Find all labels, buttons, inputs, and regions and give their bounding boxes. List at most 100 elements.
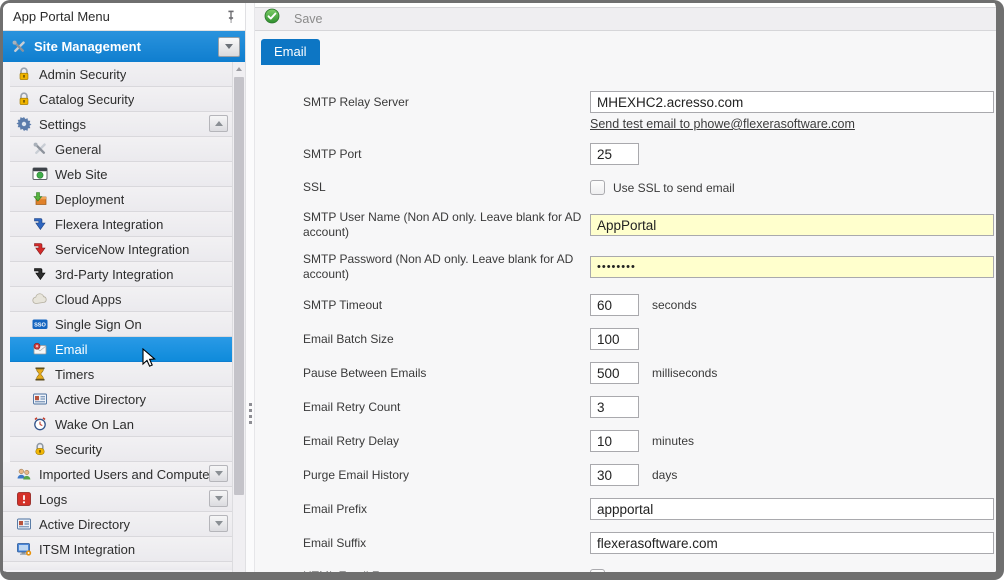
save-check-icon (264, 8, 286, 30)
sidebar-item-email[interactable]: Email (10, 337, 232, 362)
content-area: Email SMTP Relay Server Send test email … (255, 31, 996, 580)
sidebar-item-wake-on-lan[interactable]: Wake On Lan (10, 412, 232, 437)
smtp-username-input[interactable] (590, 214, 994, 236)
lock-icon (16, 91, 32, 107)
sidebar-item-catalog-security[interactable]: Catalog Security (10, 87, 232, 112)
html-email-format-checkbox[interactable] (590, 569, 605, 580)
sidebar-item-cloud-apps[interactable]: Cloud Apps (10, 287, 232, 312)
integration-black-icon (32, 266, 48, 282)
pushpin-icon[interactable] (223, 9, 239, 25)
field-label: SMTP Port (303, 147, 590, 162)
field-label: SMTP User Name (Non AD only. Leave blank… (303, 210, 590, 240)
sidebar-scrollbar[interactable] (232, 62, 245, 572)
smtp-password-input[interactable] (590, 256, 994, 278)
sidebar-item-single-sign-on[interactable]: SSO Single Sign On (10, 312, 232, 337)
sidebar-item-active-directory-group[interactable]: Active Directory (3, 512, 232, 537)
form-row: SMTP Timeout seconds (303, 294, 996, 316)
sidebar-item-settings[interactable]: Settings (10, 112, 232, 137)
sidebar-item-itsm-integration[interactable]: ITSM Integration (3, 537, 232, 562)
field-label: SMTP Relay Server (303, 91, 590, 110)
sidebar-item-3rd-party-integration[interactable]: 3rd-Party Integration (10, 262, 232, 287)
email-suffix-input[interactable] (590, 532, 994, 554)
group-collapse-button[interactable] (218, 37, 240, 57)
form-row: Pause Between Emails milliseconds (303, 362, 996, 384)
pause-between-emails-input[interactable] (590, 362, 639, 384)
sidebar-menu: Admin Security Catalog Security Settings… (3, 62, 245, 572)
imported-users-collapse-button[interactable] (209, 465, 228, 482)
field-label: SSL (303, 180, 590, 195)
pane-splitter[interactable] (245, 3, 255, 572)
email-icon (32, 341, 48, 357)
field-label: SMTP Timeout (303, 298, 590, 313)
active-directory-collapse-button[interactable] (209, 515, 228, 532)
scroll-up-icon[interactable] (233, 62, 245, 76)
smtp-port-input[interactable] (590, 143, 639, 165)
email-batch-size-input[interactable] (590, 328, 639, 350)
sidebar-group-site-management[interactable]: Site Management (3, 31, 245, 62)
sidebar-item-web-site[interactable]: Web Site (10, 162, 232, 187)
logs-collapse-button[interactable] (209, 490, 228, 507)
form-row: Email Retry Count (303, 396, 996, 418)
field-suffix: seconds (652, 298, 697, 312)
sidebar-item-imported-users-and-computers[interactable]: Imported Users and Computers (3, 462, 232, 487)
sidebar-item-deployment[interactable]: Deployment (10, 187, 232, 212)
sidebar-item-timers[interactable]: Timers (10, 362, 232, 387)
sidebar-item-security[interactable]: Security (10, 437, 232, 462)
form-row: SMTP Password (Non AD only. Leave blank … (303, 252, 996, 282)
sidebar-scrollbar-thumb[interactable] (234, 77, 244, 495)
website-icon (32, 166, 48, 182)
sidebar-item-flexera-integration[interactable]: Flexera Integration (10, 212, 232, 237)
sidebar-title: App Portal Menu (13, 9, 223, 24)
field-suffix: milliseconds (652, 366, 717, 380)
email-prefix-input[interactable] (590, 498, 994, 520)
smtp-timeout-input[interactable] (590, 294, 639, 316)
form-row: Email Prefix (303, 498, 996, 520)
sidebar-item-active-directory[interactable]: Active Directory (10, 387, 232, 412)
form-row: SMTP Port (303, 143, 996, 165)
smtp-relay-server-input[interactable] (590, 91, 994, 113)
form-row: Email Retry Delay minutes (303, 430, 996, 452)
email-retry-count-input[interactable] (590, 396, 639, 418)
purge-email-history-input[interactable] (590, 464, 639, 486)
sidebar-item-logs[interactable]: Logs (3, 487, 232, 512)
sso-icon: SSO (32, 316, 48, 332)
save-button[interactable]: Save (264, 8, 323, 30)
form-row: SMTP User Name (Non AD only. Leave blank… (303, 210, 996, 240)
field-suffix: days (652, 468, 677, 482)
app-portal-window: App Portal Menu Site Management Admin Se… (0, 0, 1004, 580)
sidebar-item-servicenow-integration[interactable]: ServiceNow Integration (10, 237, 232, 262)
form-row: SMTP Relay Server Send test email to pho… (303, 91, 996, 131)
sidebar: App Portal Menu Site Management Admin Se… (3, 3, 245, 572)
cloud-icon (32, 291, 48, 307)
field-label: Email Retry Count (303, 400, 590, 415)
send-test-email-link[interactable]: Send test email to phowe@flexerasoftware… (590, 117, 994, 131)
field-label: SMTP Password (Non AD only. Leave blank … (303, 252, 590, 282)
sidebar-item-partial[interactable] (3, 562, 232, 570)
field-label: Email Batch Size (303, 332, 590, 347)
field-label: HTML Email Format (303, 569, 590, 580)
alarm-clock-icon (32, 416, 48, 432)
field-suffix: minutes (652, 434, 694, 448)
form-row: Email Suffix (303, 532, 996, 554)
sidebar-item-general[interactable]: General (10, 137, 232, 162)
settings-collapse-button[interactable] (209, 115, 228, 132)
toolbar: Save (255, 7, 996, 31)
integration-blue-icon (32, 216, 48, 232)
address-book-icon (32, 391, 48, 407)
deployment-icon (32, 191, 48, 207)
itsm-icon (16, 541, 32, 557)
email-retry-delay-input[interactable] (590, 430, 639, 452)
integration-red-icon (32, 241, 48, 257)
lock-icon (16, 66, 32, 82)
sidebar-item-admin-security[interactable]: Admin Security (10, 62, 232, 87)
form-row: Purge Email History days (303, 464, 996, 486)
sidebar-header: App Portal Menu (3, 3, 245, 31)
tab-email[interactable]: Email (261, 39, 320, 65)
splitter-grip-icon[interactable] (249, 403, 252, 424)
tools-icon (32, 141, 48, 157)
tools-icon (11, 39, 27, 55)
gear-icon (16, 116, 32, 132)
field-label: Email Prefix (303, 502, 590, 517)
field-label: Pause Between Emails (303, 366, 590, 381)
ssl-checkbox[interactable] (590, 180, 605, 195)
